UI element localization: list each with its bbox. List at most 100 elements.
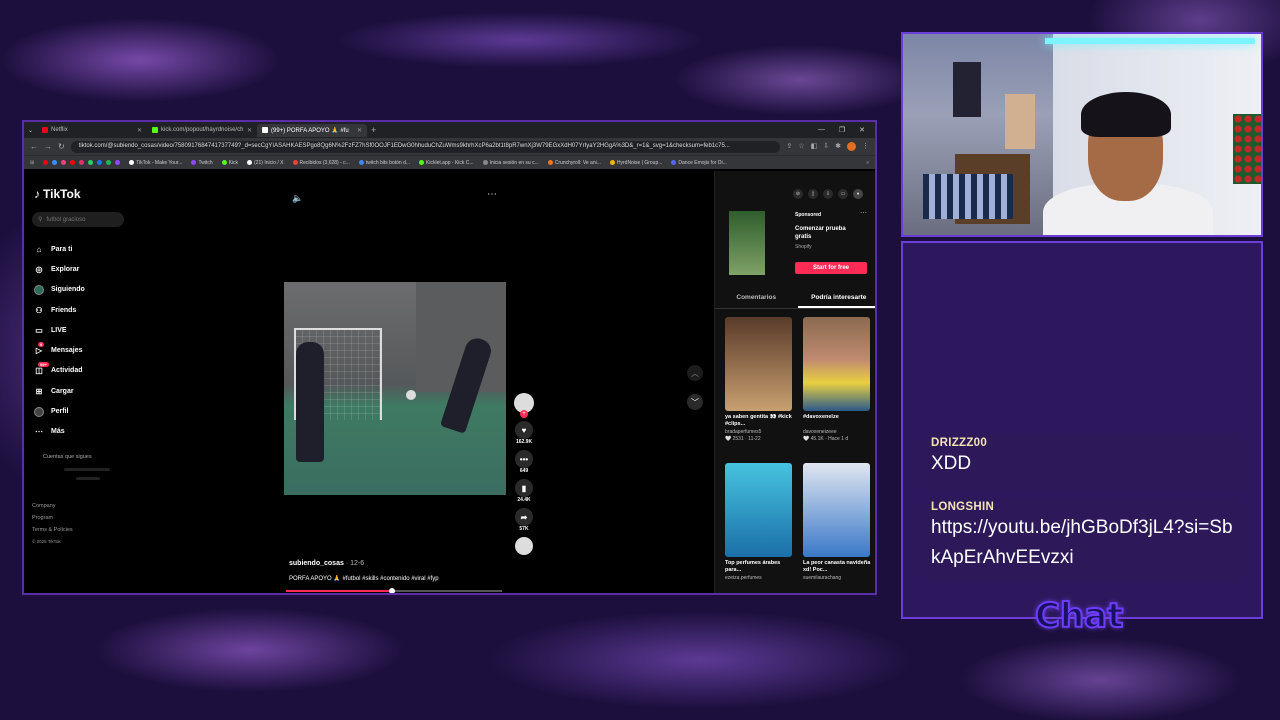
sidebar-item-explorar[interactable]: ◎ Explorar <box>34 259 129 279</box>
sidebar-item-para-ti[interactable]: ⌂ Para ti <box>34 239 129 259</box>
star-icon[interactable]: ☆ <box>798 142 804 151</box>
video-author[interactable]: subiendo_cosas · 12-6 <box>289 560 364 567</box>
bookmark-x[interactable]: (21) Inicio / X <box>247 160 284 166</box>
tab-podria-interesarte[interactable]: Podría interesarte <box>797 291 875 308</box>
profile-avatar[interactable] <box>847 142 856 151</box>
card-title: La peor canasta navideña xd! Poc... <box>803 560 871 573</box>
tab-kick[interactable]: kick.com/popout/hayrdnoise/ch ✕ <box>147 124 257 137</box>
card-thumbnail[interactable] <box>803 317 870 411</box>
video-progress-bar[interactable] <box>286 588 502 593</box>
sidebar-item-perfil[interactable]: Perfil <box>34 401 129 421</box>
sidebar-item-mensajes[interactable]: ▷ 9 Mensajes <box>34 340 129 360</box>
inbox-icon[interactable]: ▭ <box>838 189 848 199</box>
more-bookmarks-icon[interactable]: » <box>866 160 869 166</box>
progress-handle[interactable] <box>388 588 395 593</box>
sidebar-item-label: Mensajes <box>51 347 83 355</box>
close-icon[interactable]: ✕ <box>247 127 252 134</box>
phone-icon[interactable]: ▯ <box>808 189 818 199</box>
save-action[interactable]: ▮ 24.4K <box>515 479 533 503</box>
start-for-free-button[interactable]: Start for free <box>795 262 867 274</box>
webcam-poster <box>953 62 981 117</box>
video-player[interactable] <box>284 282 506 495</box>
bookmark-label: Inicia sesión en su c... <box>489 159 539 166</box>
footer-company[interactable]: Company <box>32 503 56 509</box>
ad-more-icon[interactable]: ⋯ <box>860 209 867 217</box>
video-card[interactable]: La peor canasta navideña xd! Poc... suem… <box>803 463 873 593</box>
card-thumbnail[interactable] <box>725 463 792 557</box>
tab-netflix[interactable]: Netflix ✕ <box>37 124 147 137</box>
footer-program[interactable]: Program <box>32 515 53 521</box>
apps-icon[interactable]: ⊞ <box>30 160 34 166</box>
sidebar-item-label: Cargar <box>51 387 74 395</box>
skeleton-line <box>76 477 100 480</box>
sidebar-item-label: LIVE <box>51 326 67 334</box>
sidebar-item-friends[interactable]: ⚇ Friends <box>34 300 129 320</box>
volume-icon[interactable]: 🔈 <box>292 193 303 204</box>
video-card[interactable]: #davoxenelze davoxeneizeee 🤍 45.1K · Hac… <box>803 317 873 459</box>
puzzle-icon[interactable]: ✱ <box>835 142 841 151</box>
sidebar-item-actividad[interactable]: ◫ 99+ Actividad <box>34 361 129 381</box>
bookmark-gmail[interactable]: Recibidos (3,628) - c... <box>292 160 350 166</box>
bookmark-kick[interactable]: Kick <box>221 160 238 166</box>
card-thumbnail[interactable] <box>725 317 792 411</box>
minimize-icon[interactable]: — <box>818 126 825 134</box>
heart-icon[interactable]: ♥ <box>515 421 533 439</box>
close-window-icon[interactable]: ✕ <box>859 126 865 134</box>
extension-icon[interactable]: ◧ <box>811 142 818 151</box>
tiktok-logo[interactable]: ♪ TikTok <box>34 187 81 201</box>
video-card[interactable]: ya saben gentita 👀 #kick #clips... brada… <box>725 317 795 459</box>
like-action[interactable]: ♥ 162.9K <box>515 421 533 445</box>
previous-video-icon[interactable]: ︿ <box>687 365 703 381</box>
download-icon[interactable]: ⇩ <box>823 142 829 151</box>
bookmark-login[interactable]: Inicia sesión en su c... <box>482 159 539 166</box>
bookmark-twitch[interactable]: Twitch <box>191 160 213 166</box>
video-card[interactable]: Top perfumes árabes para... ezeiza.perfu… <box>725 463 795 593</box>
comment-icon[interactable]: ••• <box>515 450 533 468</box>
chat-username: LONGSHIN <box>931 501 995 513</box>
card-thumbnail[interactable] <box>803 463 870 557</box>
card-stats: 🤍 2531 · 11-22 <box>725 436 761 442</box>
maximize-icon[interactable]: ❐ <box>839 126 845 134</box>
back-icon[interactable]: ← <box>30 142 38 151</box>
bookmark-hyrdnoise[interactable]: HyrdNoise | Group... <box>609 160 662 166</box>
bookmark-dance-emojis[interactable]: Dance Emojis for Di... <box>671 160 727 166</box>
url-input[interactable]: tiktok.com/@subiendo_cosas/video/7580917… <box>70 140 781 153</box>
bookmark-kicklet[interactable]: Kicklet.app - Kick C... <box>419 160 474 166</box>
compass-icon[interactable]: ⊘ <box>793 189 803 199</box>
bookmark-twitch-bits[interactable]: twitch bits botón d... <box>358 160 410 166</box>
video-player-left <box>296 342 324 462</box>
comment-action[interactable]: ••• 649 <box>515 450 533 474</box>
bookmark-icon[interactable]: ▮ <box>515 479 533 497</box>
notification-badge: 9 <box>38 341 45 347</box>
share-action[interactable]: ➦ 57K <box>515 508 533 532</box>
user-avatar-icon[interactable]: ● <box>853 189 863 199</box>
more-options-icon[interactable]: ⋯ <box>487 189 497 200</box>
reload-icon[interactable]: ↻ <box>58 142 65 151</box>
footer-terms[interactable]: Terms & Policies <box>32 527 73 533</box>
search-input[interactable]: ⚲ futbol gracioso <box>32 212 124 227</box>
sidebar-item-live[interactable]: ▭ LIVE <box>34 320 129 340</box>
share-arrow-icon[interactable]: ➦ <box>515 508 533 526</box>
sidebar-item-cargar[interactable]: ⊞ Cargar <box>34 381 129 401</box>
forward-icon[interactable]: → <box>44 142 52 151</box>
new-tab-button[interactable]: + <box>371 125 376 135</box>
download-icon[interactable]: ⇩ <box>823 189 833 199</box>
sound-avatar[interactable] <box>515 537 533 555</box>
ad-thumbnail[interactable] <box>729 211 765 275</box>
tab-comentarios[interactable]: Comentarios <box>715 291 798 308</box>
author-avatar[interactable]: + <box>514 393 534 418</box>
share-icon[interactable]: ⇪ <box>786 142 792 151</box>
tab-menu-icon[interactable]: ⌄ <box>28 127 33 134</box>
sidebar-item-siguiendo[interactable]: Siguiendo <box>34 280 129 300</box>
tab-tiktok[interactable]: (99+) PORFA APOYO 🙏 #fu ✕ <box>257 123 368 137</box>
follow-plus-icon[interactable]: + <box>520 410 528 418</box>
next-video-icon[interactable]: ﹀ <box>687 394 703 410</box>
sidebar-item-mas[interactable]: ⋯ Más <box>34 422 129 442</box>
bookmark-tiktok[interactable]: TikTok - Make Your... <box>129 160 182 166</box>
menu-icon[interactable]: ⋮ <box>862 142 869 151</box>
close-icon[interactable]: ✕ <box>137 127 142 134</box>
video-ball <box>406 390 416 400</box>
post-date: · 12-6 <box>345 560 365 567</box>
close-icon[interactable]: ✕ <box>357 127 362 134</box>
bookmark-crunchyroll[interactable]: Crunchyroll: Ve ani... <box>547 160 601 166</box>
